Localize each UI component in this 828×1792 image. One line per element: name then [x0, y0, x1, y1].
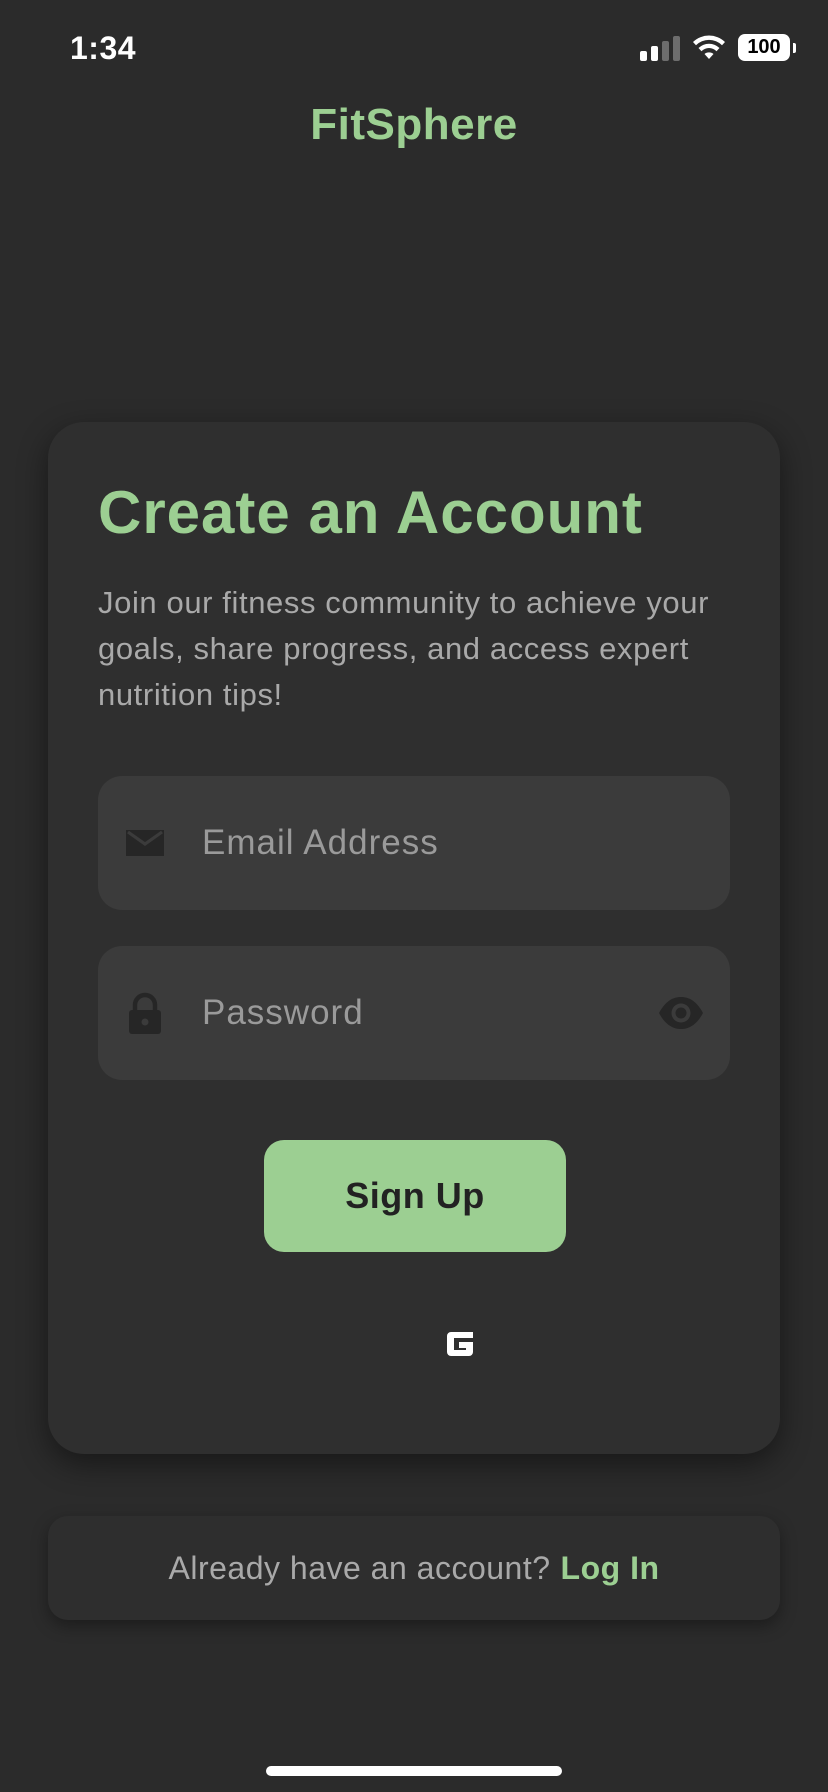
log-in-link[interactable]: Log In — [561, 1550, 660, 1587]
battery-level: 100 — [738, 34, 790, 61]
signup-screen: 1:34 100 FitSphere Create an Account Joi… — [0, 0, 828, 1792]
page-subtitle: Join our fitness community to achieve yo… — [98, 585, 710, 712]
signup-card: Create an Account Join our fitness commu… — [48, 422, 780, 1454]
email-input[interactable] — [202, 776, 622, 910]
email-field[interactable] — [98, 776, 730, 910]
battery-icon: 100 — [738, 34, 796, 61]
page-title: Create an Account — [98, 479, 643, 546]
status-icons: 100 — [640, 34, 796, 61]
login-prompt-text: Already have an account? — [168, 1549, 551, 1586]
password-input[interactable] — [202, 946, 622, 1080]
login-prompt: Already have an account? Log In — [48, 1516, 780, 1620]
home-indicator[interactable] — [266, 1766, 562, 1776]
eye-icon[interactable] — [658, 993, 704, 1033]
lock-icon — [129, 992, 161, 1034]
password-field[interactable] — [98, 946, 730, 1080]
google-signin-button[interactable] — [438, 1322, 482, 1366]
signal-icon — [640, 35, 680, 61]
app-logo-title: FitSphere — [310, 100, 518, 149]
status-bar: 1:34 100 — [0, 0, 828, 100]
mail-icon — [126, 830, 164, 856]
status-time: 1:34 — [70, 30, 137, 66]
sign-up-button[interactable]: Sign Up — [264, 1140, 566, 1252]
google-icon — [447, 1332, 473, 1356]
wifi-icon — [693, 35, 725, 59]
